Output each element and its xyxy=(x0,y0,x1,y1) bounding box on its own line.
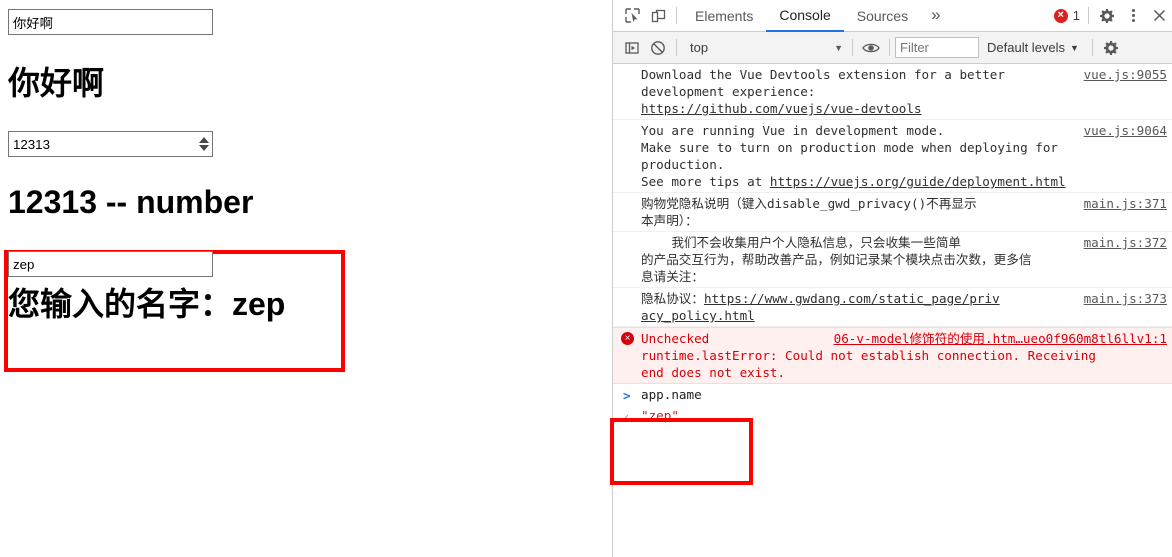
message-source-link-5[interactable]: main.js:373 xyxy=(1084,290,1167,307)
privacy-detail-line-1: 我们不会收集用户个人隐私信息，只会收集一些简单 xyxy=(641,235,961,250)
tab-elements[interactable]: Elements xyxy=(682,0,766,31)
devtools-panel: Elements Console Sources » × 1 top ▼ Fil… xyxy=(612,0,1172,557)
error-circle-icon-inline: × xyxy=(621,332,634,345)
execution-context-select[interactable]: top ▼ xyxy=(682,37,847,59)
number-input-wrapper xyxy=(8,131,213,157)
devmode-line-3: production. xyxy=(641,157,725,172)
number-heading: 12313 -- number xyxy=(8,184,254,220)
message-source-link[interactable]: vue.js:9055 xyxy=(1084,66,1167,83)
tab-sources[interactable]: Sources xyxy=(844,0,921,31)
privacy-detail-line-3: 息请关注： xyxy=(641,269,704,284)
devmode-tail-prefix: See more tips at xyxy=(641,174,770,189)
console-message-list[interactable]: vue.js:9055 Download the Vue Devtools ex… xyxy=(613,64,1172,557)
log-levels-dropdown[interactable]: Default levels ▼ xyxy=(979,40,1087,55)
console-toolbar-divider-3 xyxy=(889,39,890,56)
message-source-link-4[interactable]: main.js:372 xyxy=(1084,234,1167,251)
chevron-down-icon: ▼ xyxy=(834,42,843,53)
privacy-policy-link-cont[interactable]: acy_policy.html xyxy=(641,308,755,323)
more-options-icon[interactable] xyxy=(1120,3,1146,29)
close-icon[interactable] xyxy=(1146,3,1172,29)
spinner-down-icon[interactable] xyxy=(198,145,209,151)
console-message-privacy-detail[interactable]: main.js:372 我们不会收集用户个人隐私信息，只会收集一些简单 的产品交… xyxy=(613,232,1172,288)
device-toolbar-icon[interactable] xyxy=(645,3,671,29)
message-source-link-3[interactable]: main.js:371 xyxy=(1084,195,1167,212)
privacy-line-1: 购物党隐私说明（键入disable_gwd_privacy()不再显示 xyxy=(641,196,977,211)
vue-demo-page: 你好啊 12313 -- number 您输入的名字：zep xyxy=(0,0,612,557)
console-message-error[interactable]: × 06-v-model修饰符的使用.htm…ueo0f960m8tl6llv1… xyxy=(613,327,1172,384)
inspect-element-icon[interactable] xyxy=(619,3,645,29)
message-line-2: development experience: xyxy=(641,84,816,99)
console-filter-input[interactable] xyxy=(895,37,979,58)
live-expression-eye-icon[interactable] xyxy=(858,35,884,61)
console-prompt-row[interactable]: > app.name xyxy=(613,384,1172,405)
console-message-privacy-notice[interactable]: main.js:371 购物党隐私说明（键入disable_gwd_privac… xyxy=(613,193,1172,232)
name-heading: 您输入的名字：zep xyxy=(8,286,286,322)
chevron-down-icon-2: ▼ xyxy=(1070,42,1079,53)
console-toolbar-divider xyxy=(676,39,677,56)
hello-heading: 你好啊 xyxy=(8,65,105,101)
number-spinner[interactable] xyxy=(196,134,211,154)
console-result-row: ‹ "zep" xyxy=(613,405,1172,426)
console-message-dev-mode[interactable]: vue.js:9064 You are running Vue in devel… xyxy=(613,120,1172,193)
prompt-chevron-icon: > xyxy=(623,388,631,403)
privacy-link-prefix: 隐私协议： xyxy=(641,291,704,306)
more-tabs-chevron-icon[interactable]: » xyxy=(921,0,950,31)
hello-input-wrapper xyxy=(8,9,213,35)
number-input[interactable] xyxy=(8,131,213,157)
message-source-link-2[interactable]: vue.js:9064 xyxy=(1084,122,1167,139)
error-line-2: runtime.lastError: Could not establish c… xyxy=(641,348,1096,363)
console-toolbar-divider-4 xyxy=(1091,39,1093,56)
clear-console-icon[interactable] xyxy=(645,35,671,61)
console-toolbar-divider-2 xyxy=(852,39,853,56)
console-toolbar: top ▼ Default levels ▼ xyxy=(613,32,1172,64)
devtools-tab-bar: Elements Console Sources » × 1 xyxy=(613,0,1172,32)
error-count-badge[interactable]: × 1 xyxy=(1053,8,1083,23)
devmode-line-2: Make sure to turn on production mode whe… xyxy=(641,140,1059,155)
console-message-privacy-link[interactable]: main.js:373 隐私协议：https://www.gwdang.com/… xyxy=(613,288,1172,327)
toolbar-divider xyxy=(676,7,677,24)
console-settings-gear-icon[interactable] xyxy=(1098,35,1124,61)
error-source-link[interactable]: 06-v-model修饰符的使用.htm…ueo0f960m8tl6llv1:1 xyxy=(834,330,1167,347)
name-text-input[interactable] xyxy=(8,251,213,277)
tab-console[interactable]: Console xyxy=(766,0,844,32)
spinner-up-icon[interactable] xyxy=(198,137,209,143)
console-input-expression[interactable]: app.name xyxy=(641,387,702,402)
privacy-detail-line-2: 的产品交互行为，帮助改善产品，例如记录某个模块点击次数，更多信 xyxy=(641,252,1032,267)
error-line-1: Unchecked xyxy=(641,331,710,346)
message-line-1: Download the Vue Devtools extension for … xyxy=(641,67,1005,82)
name-input-wrapper xyxy=(8,251,213,277)
console-sidebar-icon[interactable] xyxy=(619,35,645,61)
log-levels-label: Default levels xyxy=(987,40,1066,55)
execution-context-value: top xyxy=(690,40,709,55)
console-result-value: "zep" xyxy=(641,408,679,423)
error-circle-icon: × xyxy=(1053,8,1068,23)
privacy-policy-link[interactable]: https://www.gwdang.com/static_page/priv xyxy=(704,291,1000,306)
vue-devtools-link[interactable]: https://github.com/vuejs/vue-devtools xyxy=(641,101,922,116)
gear-icon[interactable] xyxy=(1094,3,1120,29)
error-line-3: end does not exist. xyxy=(641,365,786,380)
devmode-line-1: You are running Vue in development mode. xyxy=(641,123,945,138)
error-count-label: 1 xyxy=(1072,8,1080,23)
privacy-line-2: 本声明）： xyxy=(641,213,698,228)
console-message-vue-devtools[interactable]: vue.js:9055 Download the Vue Devtools ex… xyxy=(613,64,1172,120)
vue-deployment-link[interactable]: https://vuejs.org/guide/deployment.html xyxy=(770,174,1066,189)
toolbar-divider-2 xyxy=(1088,7,1089,24)
result-chevron-icon: ‹ xyxy=(623,409,631,424)
hello-text-input[interactable] xyxy=(8,9,213,35)
